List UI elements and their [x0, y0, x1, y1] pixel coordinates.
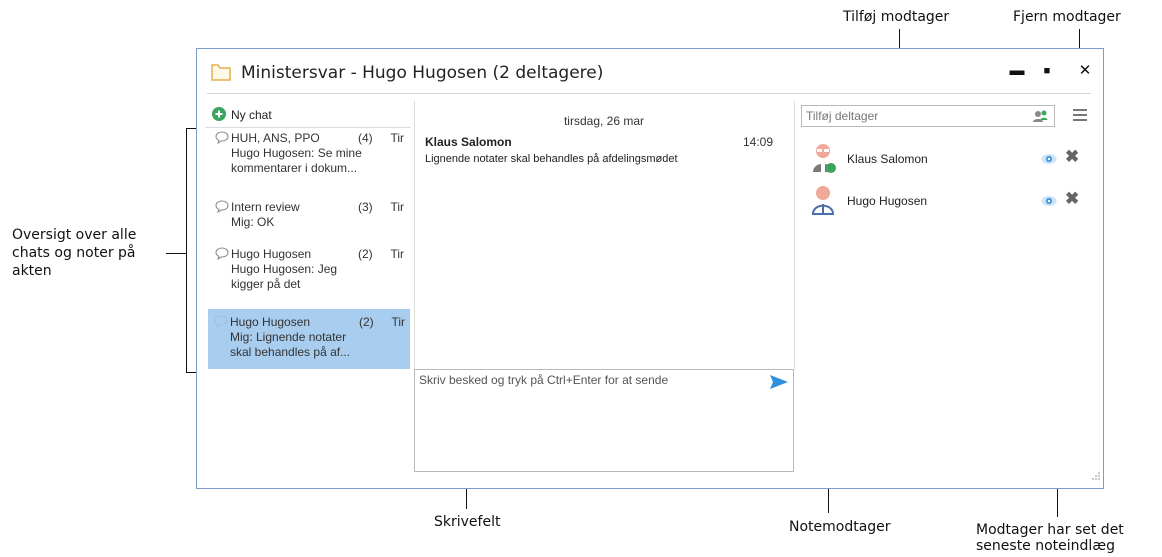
eye-icon — [1041, 194, 1057, 212]
chat-day: Tir — [390, 131, 404, 145]
people-icon[interactable] — [1033, 109, 1049, 128]
chat-name: Hugo Hugosen — [231, 247, 312, 261]
annotation-bracket-overview — [186, 128, 187, 373]
annotation-bracket-bottom — [186, 372, 196, 373]
speech-bubble-icon — [214, 315, 228, 332]
date-separator: tirsdag, 26 mar — [563, 114, 645, 128]
resize-grip-icon[interactable] — [1091, 468, 1101, 486]
title-bar: Ministersvar - Hugo Hugosen (2 deltagere… — [197, 49, 1103, 95]
annotation-note-recipient: Notemodtager — [789, 519, 891, 535]
chat-preview: Mig: Lignende notater — [230, 330, 347, 344]
avatar — [811, 143, 839, 178]
remove-participant-button[interactable]: ✖ — [1065, 148, 1079, 166]
annotation-seen-line2: seneste noteindlæg — [976, 538, 1115, 554]
chat-list-item[interactable]: Intern review (3) Tir Mig: OK — [209, 200, 409, 234]
annotation-remove-recipient: Fjern modtager — [1013, 9, 1121, 25]
remove-participant-button[interactable]: ✖ — [1065, 190, 1079, 208]
window-title: Ministersvar - Hugo Hugosen (2 deltagere… — [241, 63, 604, 83]
chat-list-item[interactable]: HUH, ANS, PPO (4) Tir Hugo Hugosen: Se m… — [209, 131, 409, 181]
speech-bubble-icon — [215, 200, 229, 217]
chat-list-item-active[interactable]: Hugo Hugosen (2) Tir Mig: Lignende notat… — [208, 309, 410, 369]
participant-row: Hugo Hugosen ✖ — [811, 185, 1091, 215]
annotation-seen-line1: Modtager har set det — [976, 522, 1124, 538]
pane-divider-left — [414, 101, 415, 369]
message-author: Klaus Salomon — [425, 135, 512, 149]
send-arrow-icon[interactable] — [769, 374, 789, 395]
plus-circle-icon — [212, 106, 226, 124]
chat-count: (4) — [358, 131, 373, 145]
chat-day: Tir — [390, 247, 404, 261]
chat-preview: Hugo Hugosen: Se mine — [231, 146, 362, 160]
annotation-overview-line3: akten — [12, 263, 52, 279]
chat-count: (3) — [358, 200, 373, 214]
title-divider — [207, 93, 1091, 94]
chat-day: Tir — [390, 200, 404, 214]
new-chat-divider — [205, 127, 411, 128]
chat-count: (2) — [359, 315, 374, 329]
participant-name: Hugo Hugosen — [847, 194, 928, 208]
speech-bubble-icon — [215, 131, 229, 148]
compose-input[interactable] — [419, 373, 759, 387]
new-chat-label: Ny chat — [231, 108, 272, 122]
annotation-bracket-top — [186, 128, 196, 129]
chat-window: Ministersvar - Hugo Hugosen (2 deltagere… — [196, 48, 1104, 489]
chat-list-pane: Ny chat HUH, ANS, PPO (4) Tir Hugo Hugos… — [205, 103, 411, 480]
annotation-overview-line1: Oversigt over alle — [12, 227, 137, 243]
chat-preview: kommentarer i dokum... — [231, 161, 358, 175]
participant-row: Klaus Salomon ✖ — [811, 143, 1091, 173]
chat-name: Intern review — [231, 200, 300, 214]
speech-bubble-icon — [215, 247, 229, 264]
participant-name: Klaus Salomon — [847, 152, 928, 166]
annotation-line-overview — [166, 253, 186, 254]
new-chat-button[interactable]: Ny chat — [212, 105, 272, 125]
compose-box — [414, 369, 794, 472]
maximize-button[interactable]: ■ — [1035, 59, 1059, 83]
message-text: Lignende notater skal behandles på afdel… — [425, 153, 678, 165]
chat-preview: Hugo Hugosen: Jeg — [231, 262, 338, 276]
close-button[interactable]: ✕ — [1073, 59, 1097, 83]
eye-icon — [1041, 152, 1057, 170]
add-participant-box — [801, 105, 1055, 127]
chat-name: Hugo Hugosen — [230, 315, 311, 329]
chat-count: (2) — [358, 247, 373, 261]
chat-preview: kigger på det — [231, 277, 301, 291]
chat-name: HUH, ANS, PPO — [231, 131, 320, 145]
hamburger-menu-icon[interactable] — [1073, 109, 1087, 124]
pane-divider-right — [794, 101, 795, 369]
minimize-button[interactable]: ▬ — [1005, 59, 1029, 83]
chat-day: Tir — [391, 315, 405, 329]
annotation-compose-field: Skrivefelt — [434, 514, 501, 530]
add-participant-input[interactable] — [806, 109, 1016, 123]
annotation-overview-line2: chats og noter på — [12, 245, 136, 261]
avatar — [811, 185, 839, 220]
chat-preview: skal behandles på af... — [230, 345, 351, 359]
annotation-add-recipient: Tilføj modtager — [843, 9, 950, 25]
folder-icon — [211, 63, 231, 86]
message-time: 14:09 — [742, 135, 773, 149]
chat-preview: Mig: OK — [231, 215, 275, 229]
chat-list-item[interactable]: Hugo Hugosen (2) Tir Hugo Hugosen: Jeg k… — [209, 247, 409, 297]
